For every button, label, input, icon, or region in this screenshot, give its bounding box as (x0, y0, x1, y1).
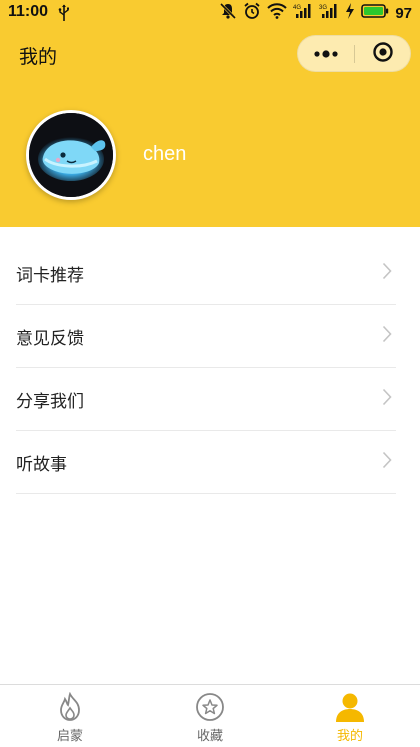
profile-header: 11:00 4G 3G 97 我的 chen (0, 0, 420, 227)
target-circle-icon (372, 41, 394, 67)
menu-item-label: 分享我们 (16, 391, 84, 412)
menu-item-feedback[interactable]: 意见反馈 (16, 305, 396, 368)
tab-favorites[interactable]: 收藏 (140, 685, 280, 747)
tab-label: 我的 (336, 729, 363, 744)
tab-label: 收藏 (196, 729, 223, 744)
whale-avatar-image (29, 113, 113, 197)
username: chen (143, 143, 187, 165)
status-bar: 11:00 4G 3G 97 (0, 0, 420, 26)
mute-icon (219, 2, 237, 24)
tab-mine[interactable]: 我的 (280, 685, 420, 747)
menu-item-label: 意见反馈 (16, 328, 84, 349)
battery-percent: 97 (395, 4, 412, 22)
tab-label: 启蒙 (56, 729, 83, 744)
signal-4g-icon: 4G (293, 3, 313, 23)
battery-icon (361, 3, 389, 23)
tab-enlighten[interactable]: 启蒙 (0, 685, 140, 747)
tab-bar: 启蒙 收藏 我的 (0, 684, 420, 747)
menu-item-stories[interactable]: 听故事 (16, 431, 396, 494)
mini-program-capsule (297, 35, 411, 72)
alarm-icon (243, 2, 261, 24)
chevron-right-icon (382, 388, 392, 410)
usb-icon (58, 4, 70, 26)
flame-icon (54, 691, 86, 723)
chevron-right-icon (382, 262, 392, 284)
user-icon (334, 691, 366, 723)
more-menu-button[interactable] (298, 36, 354, 71)
menu-item-label: 听故事 (16, 454, 67, 475)
signal-3g-icon: 3G (319, 3, 339, 23)
profile-menu: 词卡推荐 意见反馈 分享我们 听故事 (16, 242, 396, 494)
avatar[interactable] (26, 110, 116, 200)
close-mini-program-button[interactable] (355, 36, 411, 71)
more-dots-icon (313, 44, 339, 63)
star-circle-icon (194, 691, 226, 723)
status-time: 11:00 (8, 3, 49, 20)
chevron-right-icon (382, 325, 392, 347)
status-icons: 4G 3G 97 (219, 2, 412, 24)
menu-item-word-card-recommend[interactable]: 词卡推荐 (16, 242, 396, 305)
menu-item-share[interactable]: 分享我们 (16, 368, 396, 431)
menu-item-label: 词卡推荐 (16, 265, 84, 286)
svg-text:4G: 4G (293, 5, 301, 11)
page-title: 我的 (19, 46, 58, 68)
svg-text:3G: 3G (319, 5, 327, 11)
chevron-right-icon (382, 451, 392, 473)
wifi-icon (267, 3, 288, 23)
charging-icon (345, 3, 355, 23)
